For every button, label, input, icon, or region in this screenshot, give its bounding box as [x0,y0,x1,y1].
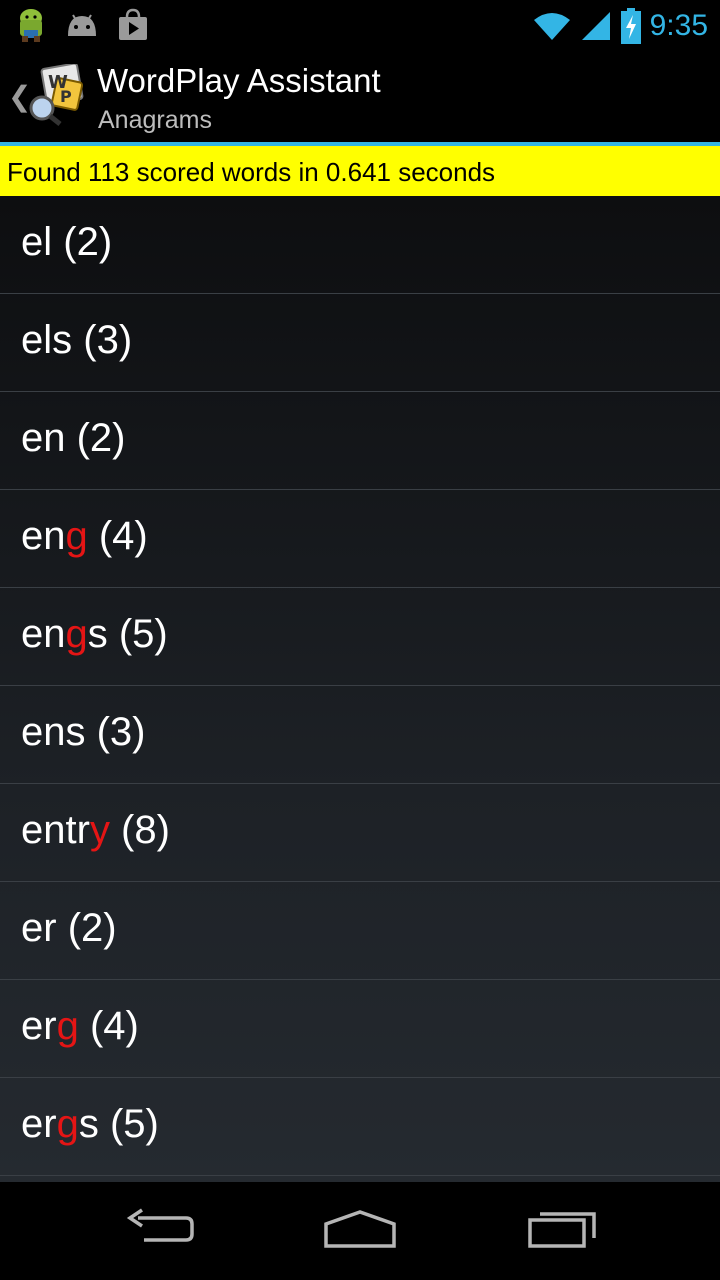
wordplay-app-icon[interactable]: W P [26,64,88,126]
word-label: engs (5) [21,612,168,656]
navigation-bar [0,1182,720,1280]
word-label: ergs (5) [21,1102,159,1146]
list-item[interactable]: els (3) [0,294,720,392]
android-bot-icon [20,9,42,42]
status-bar: 9:35 [0,0,720,50]
list-item[interactable]: eng (4) [0,490,720,588]
android-head-icon [68,14,96,36]
wifi-icon [533,13,570,40]
list-item[interactable]: entry (8) [0,784,720,882]
play-store-icon [119,8,147,40]
system-status-icons: 9:35 [532,6,708,46]
list-item[interactable]: el (2) [0,196,720,294]
list-item[interactable]: erg (4) [0,980,720,1078]
highlighted-letter: g [56,1102,79,1146]
status-clock: 9:35 [649,9,708,42]
notification-icons [14,6,150,44]
back-icon[interactable] [124,1206,196,1250]
list-item[interactable]: er (2) [0,882,720,980]
word-label: els (3) [21,318,133,362]
highlighted-letter: g [56,1004,79,1048]
list-item[interactable]: ens (3) [0,686,720,784]
word-label: eng (4) [21,514,148,558]
word-label: el (2) [21,220,113,264]
battery-charging-icon [620,8,641,44]
app-subtitle: Anagrams [98,106,212,134]
results-summary-banner: Found 113 scored words in 0.641 seconds [0,146,720,196]
recents-icon[interactable] [526,1206,598,1250]
svg-text:P: P [60,87,72,106]
highlighted-letter: g [65,514,88,558]
home-icon[interactable] [322,1206,398,1250]
word-label: erg (4) [21,1004,139,1048]
signal-icon [581,12,610,40]
action-bar: ❮ W P WordPlay Assistant Anagrams [0,50,720,142]
list-item[interactable]: en (2) [0,392,720,490]
word-label: er (2) [21,906,117,950]
results-list[interactable]: el (2) els (3) en (2) eng (4) engs (5) e… [0,196,720,1182]
highlighted-letter: g [65,612,88,656]
word-label: en (2) [21,416,126,460]
highlighted-letter: y [89,808,110,852]
word-label: entry (8) [21,808,170,852]
list-item[interactable]: ergs (5) [0,1078,720,1176]
word-label: ens (3) [21,710,146,754]
list-item[interactable]: engs (5) [0,588,720,686]
app-title: WordPlay Assistant [97,62,381,99]
